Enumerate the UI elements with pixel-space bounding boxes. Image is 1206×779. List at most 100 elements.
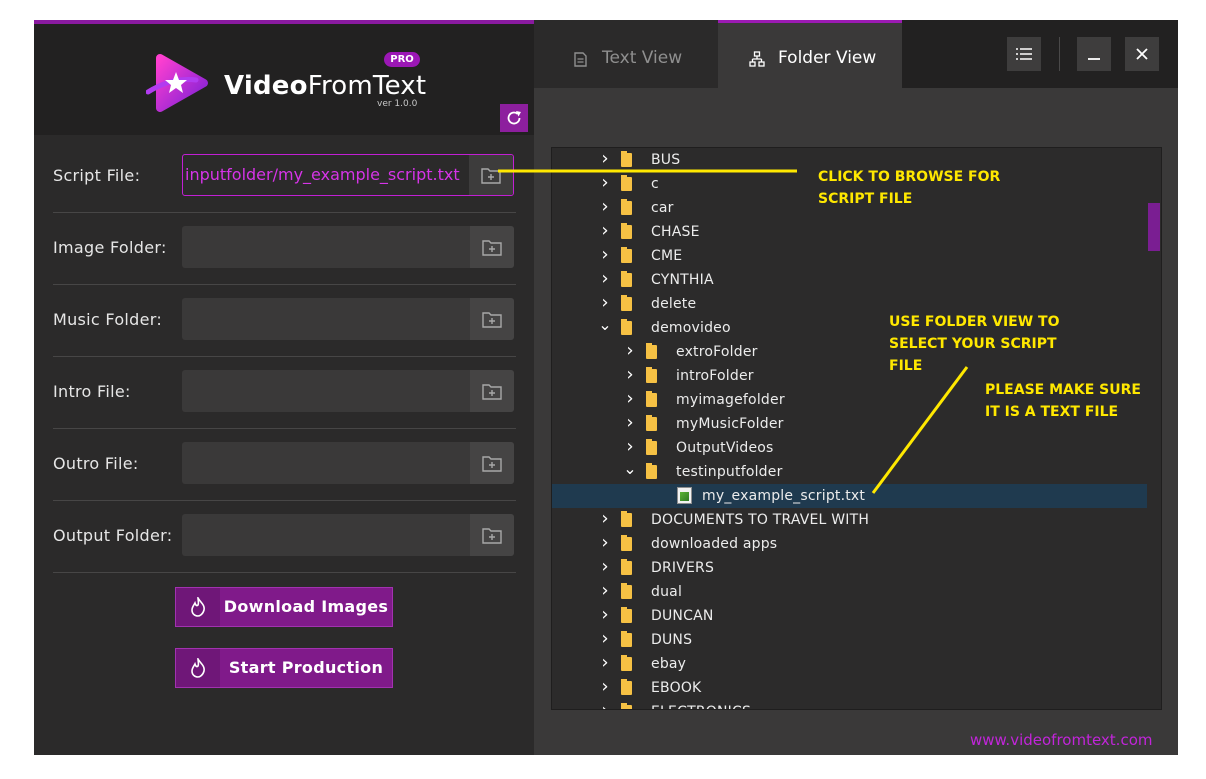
browse-intro-file-button[interactable] xyxy=(470,370,514,412)
browse-output-folder-button[interactable] xyxy=(470,514,514,556)
chevron-down-icon[interactable]: ⌄ xyxy=(623,461,637,479)
tree-folder-item[interactable]: › downloaded apps xyxy=(552,532,1148,556)
tree-item-label: OutputVideos xyxy=(676,440,774,456)
chevron-right-icon[interactable]: › xyxy=(598,510,612,528)
chevron-right-icon[interactable]: › xyxy=(623,390,637,408)
output-folder-label: Output Folder: xyxy=(53,526,173,545)
tree-folder-item[interactable]: › DUNS xyxy=(552,628,1148,652)
chevron-right-icon[interactable]: › xyxy=(598,630,612,648)
browse-image-folder-button[interactable] xyxy=(470,226,514,268)
tree-folder-item[interactable]: › OutputVideos xyxy=(552,436,1148,460)
intro-file-input[interactable] xyxy=(182,370,472,410)
folder-tree[interactable]: › BUS › c › car › CHASE › CME › CYNTHIA › delete ⌄ demo… xyxy=(551,147,1162,710)
website-link[interactable]: www.videofromtext.com xyxy=(970,731,1152,749)
menu-button[interactable] xyxy=(1007,37,1041,71)
music-folder-field[interactable] xyxy=(182,298,514,340)
chevron-right-icon[interactable]: › xyxy=(598,702,612,710)
browse-outro-file-button[interactable] xyxy=(470,442,514,484)
chevron-right-icon[interactable]: › xyxy=(623,414,637,432)
document-icon xyxy=(574,52,587,67)
refresh-icon xyxy=(507,111,521,125)
tree-item-label: testinputfolder xyxy=(676,464,783,480)
chevron-right-icon[interactable]: › xyxy=(623,438,637,456)
output-folder-input[interactable] xyxy=(182,514,472,554)
tree-folder-item[interactable]: › ebay xyxy=(552,652,1148,676)
chevron-right-icon[interactable]: › xyxy=(598,198,612,216)
chevron-right-icon[interactable]: › xyxy=(598,150,612,168)
chevron-right-icon[interactable]: › xyxy=(623,342,637,360)
intro-file-label: Intro File: xyxy=(53,382,131,401)
music-folder-row: Music Folder: xyxy=(53,284,516,357)
chevron-right-icon[interactable]: › xyxy=(598,270,612,288)
chevron-right-icon[interactable]: › xyxy=(598,222,612,240)
tree-scrollbar-thumb[interactable] xyxy=(1148,203,1160,251)
tree-item-label: CYNTHIA xyxy=(651,272,714,288)
refresh-button[interactable] xyxy=(500,104,528,132)
chevron-right-icon[interactable]: › xyxy=(598,582,612,600)
tree-folder-item[interactable]: › DRIVERS xyxy=(552,556,1148,580)
intro-file-field[interactable] xyxy=(182,370,514,412)
chevron-down-icon[interactable]: ⌄ xyxy=(598,317,612,335)
script-file-field[interactable]: inputfolder/my_example_script.txt xyxy=(182,154,514,196)
image-folder-field[interactable] xyxy=(182,226,514,268)
tree-folder-item[interactable]: › ELECTRONICS xyxy=(552,700,1148,710)
tree-folder-item[interactable]: › DOCUMENTS TO TRAVEL WITH xyxy=(552,508,1148,532)
script-file-input[interactable]: inputfolder/my_example_script.txt xyxy=(183,155,473,195)
chevron-right-icon[interactable]: › xyxy=(598,534,612,552)
tree-item-label: myMusicFolder xyxy=(676,416,784,432)
folder-icon xyxy=(646,439,657,455)
download-images-button[interactable]: Download Images xyxy=(175,587,393,627)
tree-item-label: downloaded apps xyxy=(651,536,778,552)
outro-file-input[interactable] xyxy=(182,442,472,482)
chevron-right-icon[interactable]: › xyxy=(598,294,612,312)
tree-file-item[interactable]: my_example_script.txt xyxy=(552,484,1148,508)
image-folder-input[interactable] xyxy=(182,226,472,266)
tree-folder-item[interactable]: › EBOOK xyxy=(552,676,1148,700)
folder-icon xyxy=(621,607,632,623)
outro-file-row: Outro File: xyxy=(53,428,516,501)
text-file-icon xyxy=(677,487,692,504)
folder-add-icon xyxy=(482,312,502,328)
minimize-button[interactable] xyxy=(1077,37,1111,71)
tab-text-view-label: Text View xyxy=(602,48,683,68)
output-folder-field[interactable] xyxy=(182,514,514,556)
folder-icon xyxy=(621,151,632,167)
tree-item-label: CME xyxy=(651,248,683,264)
tree-folder-item[interactable]: › DUNCAN xyxy=(552,604,1148,628)
tree-folder-item[interactable]: › CHASE xyxy=(552,220,1148,244)
chevron-right-icon[interactable]: › xyxy=(598,678,612,696)
minimize-icon xyxy=(1088,58,1100,60)
chevron-right-icon[interactable]: › xyxy=(598,558,612,576)
tree-item-label: demovideo xyxy=(651,320,731,336)
outro-file-field[interactable] xyxy=(182,442,514,484)
tree-folder-item[interactable]: ⌄ testinputfolder xyxy=(552,460,1148,484)
music-folder-input[interactable] xyxy=(182,298,472,338)
tab-bar: Text View Folder View xyxy=(534,20,1178,88)
close-button[interactable] xyxy=(1125,37,1159,71)
browse-music-folder-button[interactable] xyxy=(470,298,514,340)
tree-scrollbar[interactable] xyxy=(1147,148,1161,709)
chevron-right-icon[interactable]: › xyxy=(598,174,612,192)
tab-folder-view[interactable]: Folder View xyxy=(718,20,902,88)
folder-icon xyxy=(621,319,632,335)
start-production-button[interactable]: Start Production xyxy=(175,648,393,688)
chevron-right-icon[interactable]: › xyxy=(598,246,612,264)
tree-folder-item[interactable]: › CME xyxy=(552,244,1148,268)
browse-script-button[interactable] xyxy=(469,155,513,195)
image-folder-row: Image Folder: xyxy=(53,212,516,285)
tree-item-label: DUNCAN xyxy=(651,608,714,624)
tree-item-label: introFolder xyxy=(676,368,754,384)
chevron-right-icon[interactable]: › xyxy=(598,654,612,672)
folder-icon xyxy=(646,391,657,407)
tree-item-label: DRIVERS xyxy=(651,560,715,576)
annotation-text-file: PLEASE MAKE SURE IT IS A TEXT FILE xyxy=(985,382,1141,420)
tab-folder-view-label: Folder View xyxy=(778,48,877,68)
tree-folder-item[interactable]: › CYNTHIA xyxy=(552,268,1148,292)
flame-icon xyxy=(176,649,220,687)
tree-item-label: car xyxy=(651,200,674,216)
tab-text-view[interactable]: Text View xyxy=(534,20,718,88)
tree-folder-item[interactable]: › dual xyxy=(552,580,1148,604)
chevron-right-icon[interactable]: › xyxy=(623,366,637,384)
download-images-label: Download Images xyxy=(223,597,389,616)
chevron-right-icon[interactable]: › xyxy=(598,606,612,624)
